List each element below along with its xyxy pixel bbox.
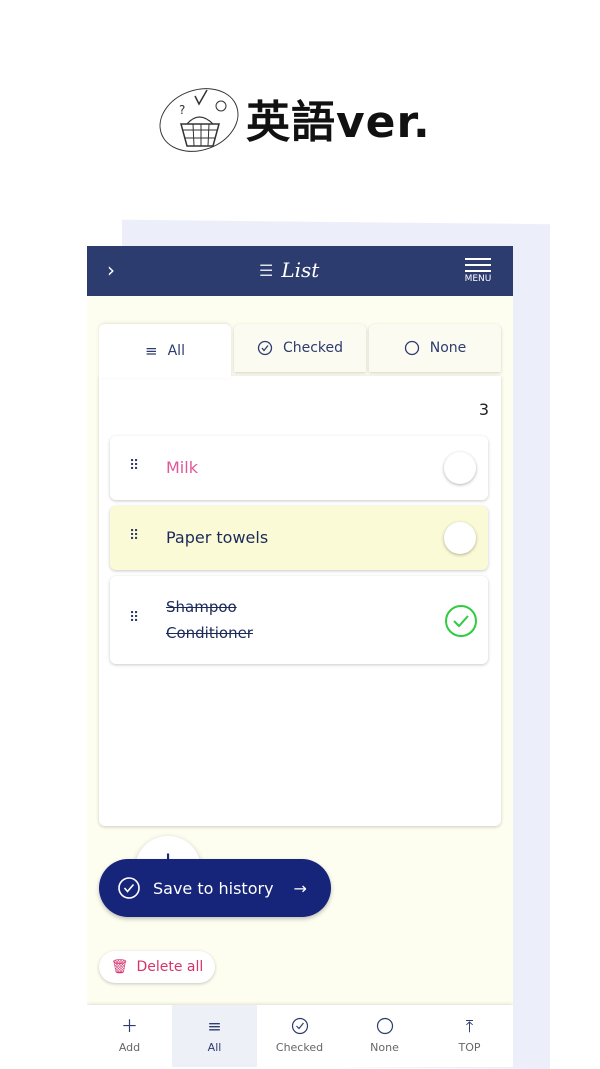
tab-label: Checked [282,340,344,356]
hamburger-icon [465,258,491,272]
delete-all-button[interactable]: 🗑 Delete all [99,951,215,983]
circle-icon [404,340,419,356]
list-panel: 3 ⠿ Milk ⠿ Paper towels ⠿ Shampoo Condit… [99,376,501,902]
nav-add[interactable]: ＋ Add [87,1005,172,1067]
menu-label: MENU [464,274,492,284]
tab-none[interactable]: None [369,324,501,372]
check-circle-icon [118,877,140,899]
tab-label: None [429,340,467,356]
tab-all[interactable]: ≡ All [99,324,231,378]
trash-icon: 🗑 [110,959,129,975]
item-text: Paper towels [166,528,269,547]
app-bar-title: ☰ List [259,258,319,282]
item-text-line2: Conditioner [166,624,253,642]
arrow-up-to-top-icon: ⤒ [465,1017,474,1037]
app-title-text: List [281,258,320,282]
drag-handle-icon[interactable]: ⠿ [129,528,139,544]
app-bar: › ☰ List MENU [87,246,513,296]
drag-handle-icon[interactable]: ⠿ [129,458,139,474]
promo-banner: ? 英語ver. [0,0,600,200]
nav-none[interactable]: None [342,1005,427,1067]
checked-icon[interactable] [444,604,478,638]
nav-label: Add [118,1041,141,1054]
circle-icon [342,1017,427,1037]
tab-label: All [167,343,185,359]
svg-text:?: ? [179,103,185,117]
save-to-history-button[interactable]: Save to history → [99,859,331,917]
bottom-nav: ＋ Add ≡ All Checked None ⤒ TOP [87,1005,513,1067]
check-toggle[interactable] [444,522,476,554]
item-text: Shampoo [166,598,237,616]
nav-label: TOP [458,1041,481,1054]
save-label: Save to history [153,878,274,898]
list-icon: ☰ [259,260,274,280]
list-icon: ≡ [145,342,158,360]
nav-label: None [370,1041,399,1054]
delete-label: Delete all [136,959,204,975]
plus-icon: ＋ [121,1017,138,1037]
list-item[interactable]: ⠿ Paper towels [110,506,488,570]
nav-label: All [207,1041,222,1054]
menu-button[interactable]: MENU [457,256,499,290]
nav-top[interactable]: ⤒ TOP [427,1005,512,1067]
list-icon: ≡ [207,1017,222,1037]
check-circle-icon [257,340,273,356]
filter-tabs: ≡ All Checked None [99,324,501,378]
basket-logo-icon: ? [159,88,239,152]
nav-checked[interactable]: Checked [257,1005,342,1067]
app-screen: › ☰ List MENU ≡ All Checked None 3 ⠿ Mil… [87,246,513,1067]
arrow-right-icon: → [293,878,307,898]
chevron-right-icon[interactable]: › [107,258,115,282]
banner-title: 英語ver. [246,97,431,148]
check-toggle[interactable] [444,452,476,484]
check-circle-icon [257,1017,342,1037]
list-item[interactable]: ⠿ Milk [110,436,488,500]
item-text: Milk [166,458,198,477]
list-item[interactable]: ⠿ Shampoo Conditioner [110,576,488,664]
drag-handle-icon[interactable]: ⠿ [129,610,139,626]
tab-checked[interactable]: Checked [234,324,366,372]
item-count: 3 [478,400,489,419]
nav-all[interactable]: ≡ All [172,1005,257,1067]
nav-label: Checked [275,1041,324,1054]
